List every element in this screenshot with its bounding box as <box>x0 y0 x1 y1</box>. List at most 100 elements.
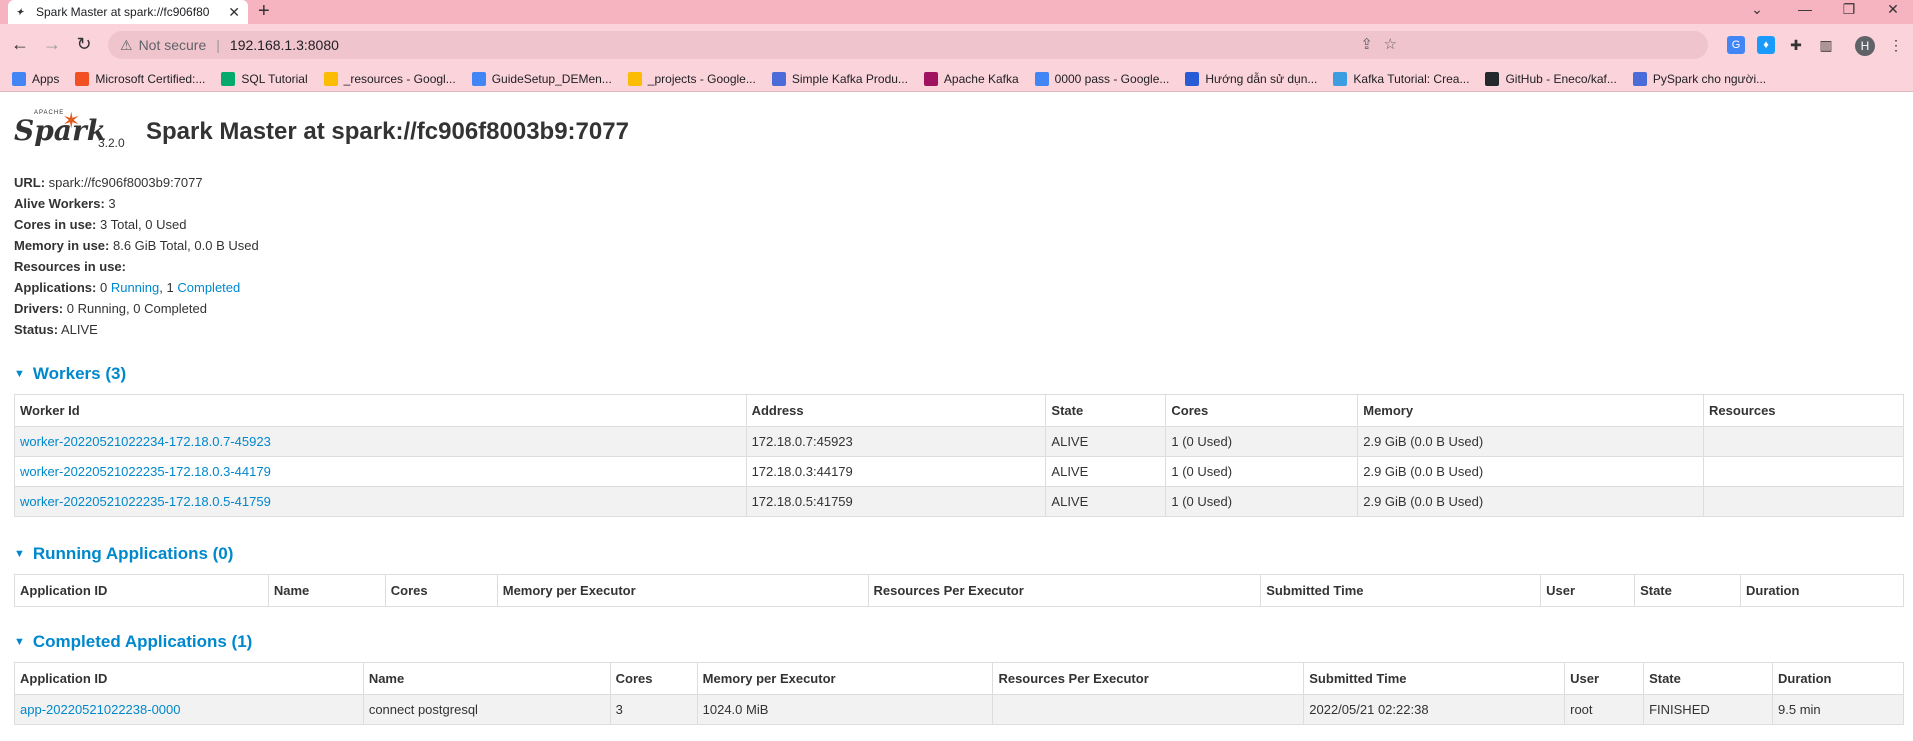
table-cell <box>992 694 1305 725</box>
back-icon[interactable]: ← <box>10 33 30 55</box>
tab-search-icon[interactable]: ⌄ <box>1742 0 1772 20</box>
extensions-puzzle-icon[interactable]: ✚ <box>1787 36 1805 54</box>
column-header[interactable]: User <box>1540 574 1636 607</box>
dropbox-extension-icon[interactable]: ♦ <box>1757 36 1775 54</box>
column-header[interactable]: State <box>1634 574 1741 607</box>
address-bar[interactable]: ⚠ Not secure | 192.168.1.3:8080 <box>108 31 1708 59</box>
summary-memory-value: 8.6 GiB Total, 0.0 B Used <box>112 238 259 253</box>
bookmark-label: Simple Kafka Produ... <box>791 71 908 86</box>
bookmark-label: _resources - Googl... <box>343 71 456 86</box>
summary-apps-label: Applications: <box>14 280 97 295</box>
column-header[interactable]: Worker Id <box>14 394 747 427</box>
column-header[interactable]: Application ID <box>14 662 364 695</box>
column-header[interactable]: Memory <box>1357 394 1705 427</box>
summary-alive-workers: Alive Workers: 3 <box>14 193 259 214</box>
workers-section-toggle[interactable]: ▼ Workers (3) <box>14 364 126 384</box>
translate-extension-icon[interactable]: G <box>1727 36 1745 54</box>
bookmark-item[interactable]: PySpark cho người... <box>1632 71 1766 86</box>
running-apps-section-toggle[interactable]: ▼ Running Applications (0) <box>14 544 233 564</box>
bookmark-item[interactable]: _resources - Googl... <box>323 71 456 86</box>
column-header[interactable]: Resources Per Executor <box>992 662 1305 695</box>
column-header[interactable]: Cores <box>384 574 498 607</box>
column-header[interactable]: Memory per Executor <box>496 574 869 607</box>
column-header[interactable]: Duration <box>1772 662 1904 695</box>
column-header[interactable]: Name <box>362 662 611 695</box>
table-cell: 1 (0 Used) <box>1165 486 1359 517</box>
completed-apps-link[interactable]: Completed <box>177 280 240 295</box>
restore-icon[interactable]: ❐ <box>1834 0 1864 20</box>
bookmark-star-icon[interactable]: ☆ <box>1384 35 1397 53</box>
column-header[interactable]: State <box>1045 394 1167 427</box>
bookmark-item[interactable]: _projects - Google... <box>627 71 756 86</box>
column-header[interactable]: Memory per Executor <box>696 662 994 695</box>
column-header[interactable]: Resources <box>1703 394 1904 427</box>
forward-icon[interactable]: → <box>42 33 62 55</box>
completed-apps-section-toggle[interactable]: ▼ Completed Applications (1) <box>14 632 252 652</box>
row-id-link[interactable]: worker-20220521022235-172.18.0.3-44179 <box>20 464 271 479</box>
url-text[interactable]: 192.168.1.3:8080 <box>230 37 339 53</box>
new-tab-button[interactable]: + <box>258 0 270 24</box>
close-tab-icon[interactable]: ✕ <box>228 4 240 21</box>
security-label[interactable]: Not secure <box>139 37 207 53</box>
bookmark-label: Hướng dẫn sử dụn... <box>1205 71 1318 86</box>
column-header[interactable]: Address <box>745 394 1047 427</box>
bookmark-item[interactable]: GitHub - Eneco/kaf... <box>1485 71 1617 86</box>
table-cell: 172.18.0.5:41759 <box>745 486 1047 517</box>
close-window-icon[interactable]: ✕ <box>1878 0 1908 20</box>
table-row: app-20220521022238-0000 connect postgresq… <box>14 694 1904 725</box>
summary-resources: Resources in use: <box>14 256 259 277</box>
table-row: worker-20220521022235-172.18.0.5-41759 17… <box>14 486 1904 517</box>
bookmark-label: GuideSetup_DEMen... <box>491 71 612 86</box>
google-drive-icon <box>323 71 338 86</box>
table-cell <box>1703 426 1904 457</box>
bookmark-item[interactable]: GuideSetup_DEMen... <box>471 71 612 86</box>
column-header[interactable]: Name <box>267 574 386 607</box>
share-icon[interactable]: ⇪ <box>1360 35 1373 53</box>
master-summary: URL: spark://fc906f8003b9:7077 Alive Wor… <box>14 172 259 340</box>
w3-icon <box>221 71 236 86</box>
column-header[interactable]: Duration <box>1740 574 1904 607</box>
table-cell <box>1703 456 1904 487</box>
v-icon <box>771 71 786 86</box>
row-id-link[interactable]: worker-20220521022235-172.18.0.5-41759 <box>20 494 271 509</box>
completed-apps-title: Completed Applications (1) <box>32 632 253 651</box>
bookmark-item[interactable]: Hướng dẫn sử dụn... <box>1185 71 1318 86</box>
column-header[interactable]: Resources Per Executor <box>867 574 1262 607</box>
column-header[interactable]: Submitted Time <box>1260 574 1542 607</box>
bookmark-item[interactable]: SQL Tutorial <box>221 71 308 86</box>
profile-avatar[interactable]: H <box>1855 36 1875 56</box>
summary-resources-label: Resources in use: <box>14 259 126 274</box>
collapse-caret-icon: ▼ <box>14 636 25 648</box>
browser-tab-strip: ✦ Spark Master at spark://fc906f80 ✕ + ⌄… <box>0 0 1913 24</box>
warning-icon[interactable]: ⚠ <box>120 37 133 54</box>
summary-memory-label: Memory in use: <box>14 238 110 253</box>
column-header[interactable]: Application ID <box>14 574 269 607</box>
bookmark-item[interactable]: Kafka Tutorial: Crea... <box>1333 71 1469 86</box>
reload-icon[interactable]: ↻ <box>74 33 94 55</box>
column-header[interactable]: User <box>1564 662 1645 695</box>
side-panel-icon[interactable]: ▥ <box>1817 36 1835 54</box>
collapse-caret-icon: ▼ <box>14 548 25 560</box>
summary-url: URL: spark://fc906f8003b9:7077 <box>14 172 259 193</box>
bookmark-item[interactable]: Apps <box>12 71 59 86</box>
bookmark-item[interactable]: 0000 pass - Google... <box>1034 71 1169 86</box>
column-header[interactable]: Cores <box>609 662 698 695</box>
column-header[interactable]: Submitted Time <box>1303 662 1566 695</box>
bookmark-item[interactable]: Apache Kafka <box>923 71 1019 86</box>
column-header[interactable]: State <box>1643 662 1774 695</box>
row-id-link[interactable]: app-20220521022238-0000 <box>20 702 181 717</box>
running-apps-link[interactable]: Running <box>111 280 159 295</box>
minimize-icon[interactable]: — <box>1790 0 1820 20</box>
menu-kebab-icon[interactable]: ⋮ <box>1887 36 1905 54</box>
table-cell: 3 <box>609 694 698 725</box>
spark-header: APACHE Spark ✶ 3.2.0 <box>14 108 125 156</box>
apps-running-count: 0 <box>99 280 108 295</box>
column-header[interactable]: Cores <box>1165 394 1359 427</box>
summary-status: Status: ALIVE <box>14 319 259 340</box>
browser-tab[interactable]: ✦ Spark Master at spark://fc906f80 ✕ <box>8 0 248 24</box>
spark-logo[interactable]: APACHE Spark ✶ 3.2.0 <box>14 108 125 156</box>
bookmark-label: Apache Kafka <box>943 71 1019 86</box>
bookmark-item[interactable]: Simple Kafka Produ... <box>771 71 908 86</box>
bookmark-item[interactable]: Microsoft Certified:... <box>75 71 205 86</box>
row-id-link[interactable]: worker-20220521022234-172.18.0.7-45923 <box>20 434 271 449</box>
